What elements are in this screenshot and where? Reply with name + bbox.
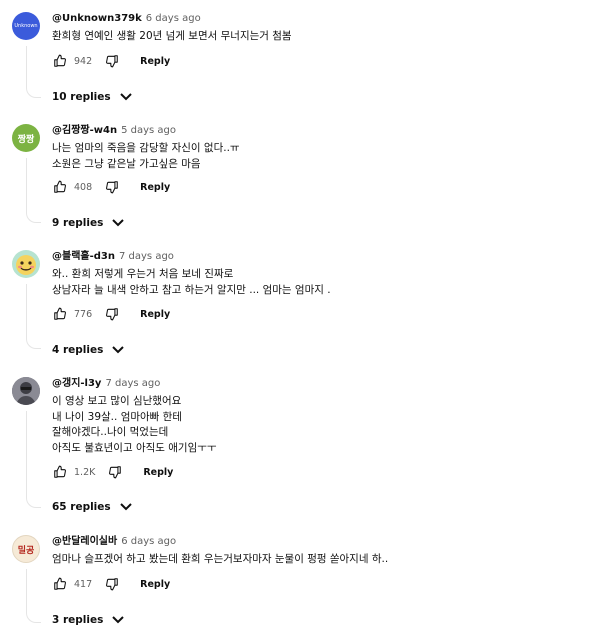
comment-actions: 408 Reply — [52, 179, 170, 195]
chevron-down-icon — [119, 92, 133, 102]
chevron-down-icon — [111, 218, 125, 228]
like-count: 776 — [74, 308, 93, 320]
comment-thread: @갱지-l3y 7 days ago 이 영상 보고 많이 심난했어요 내 나이 … — [0, 377, 603, 523]
comment-author[interactable]: @Unknown379k — [52, 13, 142, 24]
thread-curve — [26, 336, 41, 349]
comment-line: 와.. 환희 저렇게 우는거 처음 보네 진짜로 — [52, 268, 234, 280]
comment-author[interactable]: @갱지-l3y — [52, 378, 101, 389]
replies-toggle[interactable]: 65 replies — [52, 499, 133, 515]
avatar[interactable] — [12, 377, 40, 405]
replies-count: 4 replies — [52, 344, 104, 356]
replies-count: 65 replies — [52, 501, 111, 513]
comment-header: @블랙홀-d3n 7 days ago — [52, 250, 174, 264]
reply-button[interactable]: Reply — [140, 182, 170, 193]
smiley-avatar-icon — [16, 255, 36, 275]
comment-text: 엄마나 슬프겠어 하고 봤는데 환희 우는거보자마자 눈물이 펑펑 쏟아지네 하… — [52, 552, 388, 568]
comment-header: @반달레이실바 6 days ago — [52, 535, 176, 549]
thread-line — [26, 569, 27, 612]
replies-toggle[interactable]: 4 replies — [52, 342, 125, 358]
dislike-icon[interactable] — [104, 306, 120, 322]
comment-line: 나는 엄마의 죽음을 감당할 자신이 없다..ㅠ — [52, 142, 240, 154]
avatar[interactable]: 밀공 — [12, 535, 40, 563]
dislike-icon[interactable] — [104, 53, 120, 69]
comment-time[interactable]: 7 days ago — [105, 378, 160, 389]
replies-count: 3 replies — [52, 614, 104, 626]
avatar[interactable] — [12, 250, 40, 278]
comment-text: 나는 엄마의 죽음을 감당할 자신이 없다..ㅠ 소원은 그냥 같은날 가고싶은… — [52, 141, 240, 172]
replies-count: 10 replies — [52, 91, 111, 103]
comment-actions: 417 Reply — [52, 576, 170, 592]
avatar-text: Unknown — [14, 23, 38, 29]
comment-header: @김짱짱-w4n 5 days ago — [52, 124, 176, 138]
comment-header: @Unknown379k 6 days ago — [52, 12, 201, 26]
replies-toggle[interactable]: 9 replies — [52, 215, 125, 231]
thread-line — [26, 158, 27, 212]
like-count: 408 — [74, 181, 93, 193]
comment-time[interactable]: 5 days ago — [121, 125, 176, 136]
like-icon[interactable] — [52, 306, 68, 322]
like-count: 942 — [74, 55, 93, 67]
comment-actions: 1.2K Reply — [52, 464, 173, 480]
like-count: 417 — [74, 578, 93, 590]
dislike-icon[interactable] — [104, 179, 120, 195]
thread-curve — [26, 495, 41, 508]
avatar[interactable]: Unknown — [12, 12, 40, 40]
chevron-down-icon — [111, 615, 125, 625]
reply-button[interactable]: Reply — [140, 579, 170, 590]
comment-line: 엄마나 슬프겠어 하고 봤는데 환희 우는거보자마자 눈물이 펑펑 쏟아지네 하… — [52, 553, 389, 565]
comment-actions: 942 Reply — [52, 53, 170, 69]
comment-text: 이 영상 보고 많이 심난했어요 내 나이 39살.. 엄마아빠 한테 잘해야겠… — [52, 394, 217, 456]
photo-avatar-icon — [12, 377, 40, 405]
comment-line: 내 나이 39살.. 엄마아빠 한테 — [52, 410, 182, 423]
reply-button[interactable]: Reply — [140, 309, 170, 320]
comment-thread: Unknown @Unknown379k 6 days ago 환희형 연예인 생… — [0, 12, 603, 112]
chevron-down-icon — [119, 502, 133, 512]
like-icon[interactable] — [52, 179, 68, 195]
comment-line: 잘해야겠다..나이 먹었는데 — [52, 426, 169, 438]
comment-line: 이 영상 보고 많이 심난했어요 — [52, 395, 182, 407]
avatar-text: 짱짱 — [17, 134, 35, 145]
chevron-down-icon — [111, 345, 125, 355]
comment-line: 아직도 불효년이고 아직도 애기임ㅜㅜ — [52, 441, 217, 454]
avatar-text: 밀공 — [17, 545, 35, 556]
comment-line: 환희형 연예인 생활 20년 넘게 보면서 무너지는거 첨봄 — [52, 30, 292, 42]
comment-thread: 짱짱 @김짱짱-w4n 5 days ago 나는 엄마의 죽음을 감당할 자신이… — [0, 124, 603, 240]
comment-thread: @블랙홀-d3n 7 days ago 와.. 환희 저렇게 우는거 처음 보네 … — [0, 250, 603, 366]
like-count: 1.2K — [74, 466, 96, 478]
dislike-icon[interactable] — [104, 576, 120, 592]
comment-line: 상남자라 늘 내색 안하고 참고 하는거 알지만 ... 엄마는 엄마지 . — [52, 283, 331, 296]
comment-time[interactable]: 6 days ago — [146, 13, 201, 24]
thread-line — [26, 46, 27, 87]
thread-line — [26, 284, 27, 338]
comment-author[interactable]: @블랙홀-d3n — [52, 251, 115, 262]
thread-curve — [26, 210, 41, 223]
comment-author[interactable]: @김짱짱-w4n — [52, 125, 117, 136]
comment-time[interactable]: 6 days ago — [121, 536, 176, 547]
replies-count: 9 replies — [52, 217, 104, 229]
thread-line — [26, 411, 27, 497]
comment-text: 환희형 연예인 생활 20년 넘게 보면서 무너지는거 첨봄 — [52, 29, 292, 45]
reply-button[interactable]: Reply — [140, 56, 170, 67]
avatar[interactable]: 짱짱 — [12, 124, 40, 152]
comment-header: @갱지-l3y 7 days ago — [52, 377, 160, 391]
dislike-icon[interactable] — [107, 464, 123, 480]
reply-button[interactable]: Reply — [143, 467, 173, 478]
comment-actions: 776 Reply — [52, 306, 170, 322]
comment-thread: 밀공 @반달레이실바 6 days ago 엄마나 슬프겠어 하고 봤는데 환희 … — [0, 535, 603, 635]
replies-toggle[interactable]: 3 replies — [52, 612, 125, 628]
like-icon[interactable] — [52, 464, 68, 480]
comment-author[interactable]: @반달레이실바 — [52, 536, 117, 547]
like-icon[interactable] — [52, 576, 68, 592]
thread-curve — [26, 85, 41, 98]
comment-line: 소원은 그냥 같은날 가고싶은 마음 — [52, 157, 201, 170]
replies-toggle[interactable]: 10 replies — [52, 89, 133, 105]
like-icon[interactable] — [52, 53, 68, 69]
comment-time[interactable]: 7 days ago — [119, 251, 174, 262]
comment-text: 와.. 환희 저렇게 우는거 처음 보네 진짜로 상남자라 늘 내색 안하고 참… — [52, 267, 331, 298]
thread-curve — [26, 610, 41, 623]
